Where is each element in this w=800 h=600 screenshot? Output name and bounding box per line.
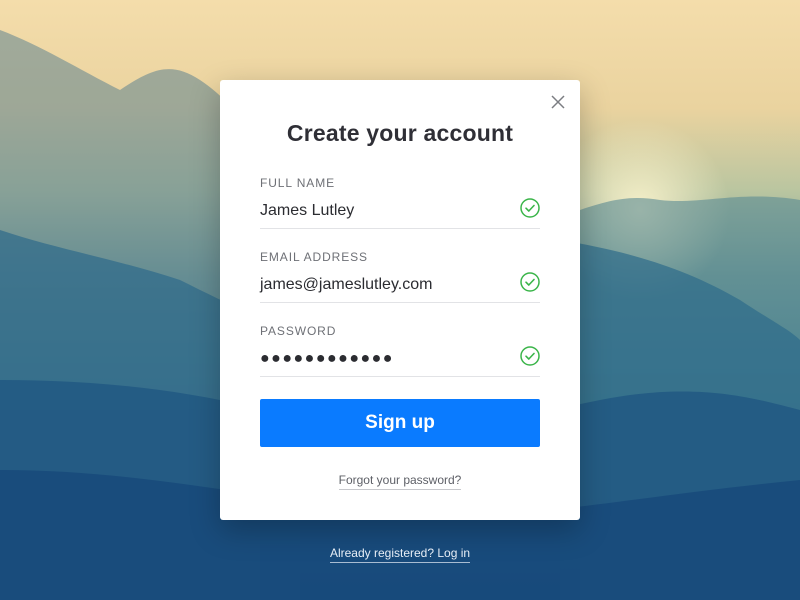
already-registered-container: Already registered? Log in <box>0 544 800 563</box>
login-link[interactable]: Already registered? Log in <box>329 546 471 563</box>
check-circle-icon <box>520 272 540 292</box>
full-name-label: FULL NAME <box>260 176 336 190</box>
email-field: EMAIL ADDRESS james@jameslutley.com <box>260 250 540 303</box>
full-name-field: FULL NAME James Lutley <box>260 176 540 229</box>
close-icon <box>551 95 565 109</box>
page-title: Create your account <box>286 120 514 146</box>
forgot-password-link[interactable]: Forgot your password? <box>338 473 462 490</box>
email-value: james@jameslutley.com <box>260 276 433 293</box>
signup-modal: Create your account FULL NAME James Lutl… <box>220 80 580 520</box>
sign-up-button[interactable]: Sign up <box>260 399 540 447</box>
password-input[interactable]: ●●●●●●●●●●●● <box>260 346 540 377</box>
check-circle-icon <box>520 346 540 366</box>
password-field: PASSWORD ●●●●●●●●●●●● <box>260 324 540 377</box>
email-label: EMAIL ADDRESS <box>260 250 368 264</box>
password-value: ●●●●●●●●●●●● <box>260 350 394 367</box>
email-input[interactable]: james@jameslutley.com <box>260 272 540 303</box>
forgot-password-container: Forgot your password? <box>220 471 580 490</box>
password-label: PASSWORD <box>260 324 337 338</box>
full-name-value: James Lutley <box>260 202 355 219</box>
check-circle-icon <box>520 198 540 218</box>
close-button[interactable] <box>550 94 566 110</box>
full-name-input[interactable]: James Lutley <box>260 198 540 229</box>
